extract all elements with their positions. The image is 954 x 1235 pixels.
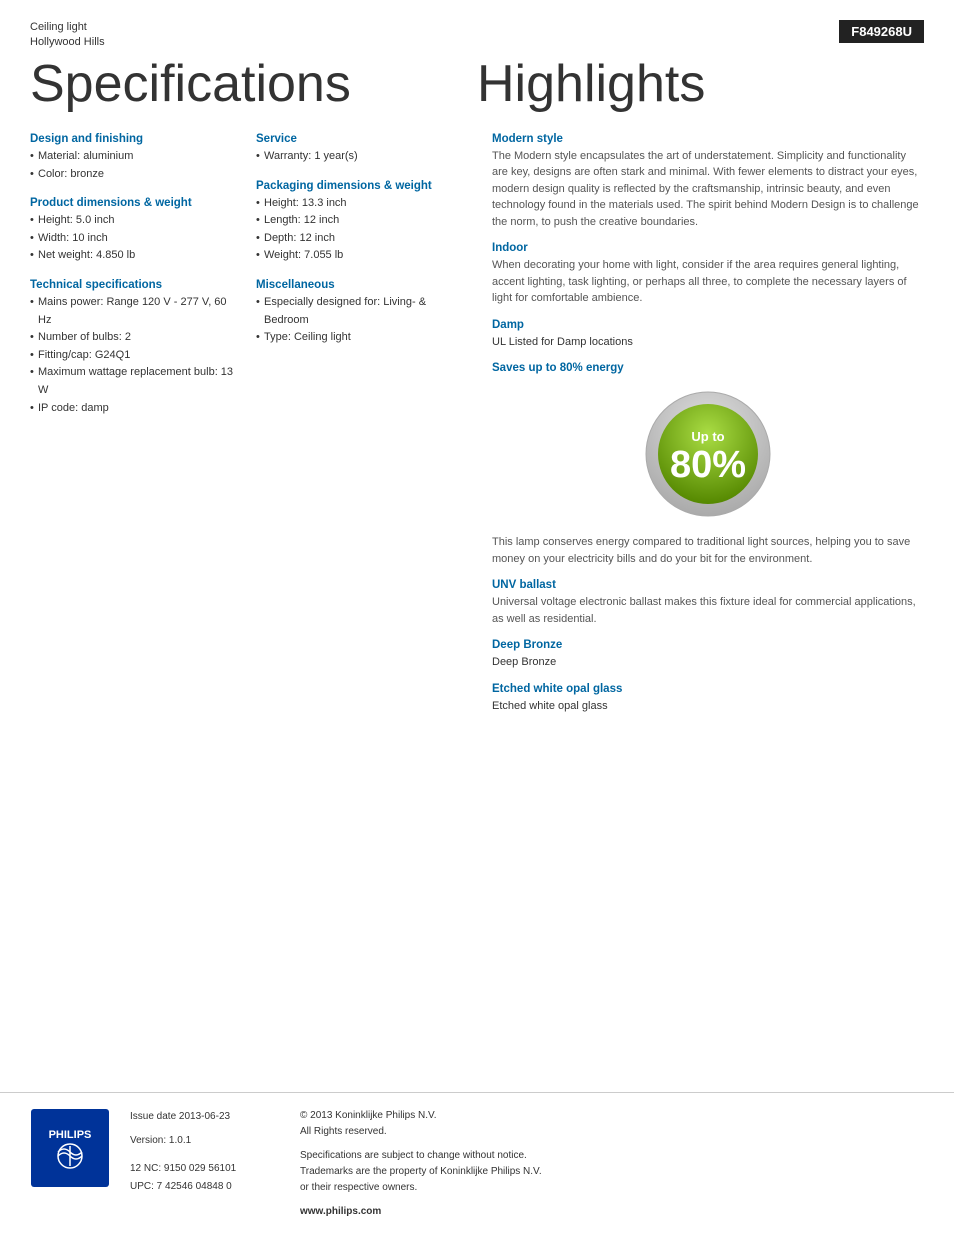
etched-glass-text: Etched white opal glass — [492, 698, 924, 715]
technical-specs-title: Technical specifications — [30, 279, 236, 291]
deep-bronze-text: Deep Bronze — [492, 654, 924, 671]
highlight-etched-glass: Etched white opal glass Etched white opa… — [492, 683, 924, 715]
highlight-saves-energy: Saves up to 80% energy — [492, 362, 924, 567]
etched-glass-title: Etched white opal glass — [492, 683, 924, 695]
unv-ballast-title: UNV ballast — [492, 579, 924, 591]
list-item: Height: 5.0 inch — [30, 212, 236, 230]
list-item: Especially designed for: Living- & Bedro… — [256, 294, 462, 329]
design-finishing-list: Material: aluminium Color: bronze — [30, 148, 236, 183]
packaging-title: Packaging dimensions & weight — [256, 180, 462, 192]
modern-style-text: The Modern style encapsulates the art of… — [492, 148, 924, 231]
design-finishing-title: Design and finishing — [30, 133, 236, 145]
list-item: Mains power: Range 120 V - 277 V, 60 Hz — [30, 294, 236, 329]
svg-text:PHILIPS: PHILIPS — [49, 1129, 92, 1141]
modern-style-title: Modern style — [492, 133, 924, 145]
footer-left: Issue date 2013-06-23 Version: 1.0.1 12 … — [130, 1108, 280, 1220]
indoor-text: When decorating your home with light, co… — [492, 257, 924, 307]
list-item: Material: aluminium — [30, 148, 236, 166]
footer: PHILIPS Issue date 2013-06-23 Version: 1… — [0, 1092, 954, 1235]
list-item: Width: 10 inch — [30, 230, 236, 248]
list-item: Number of bulbs: 2 — [30, 329, 236, 347]
list-item: Fitting/cap: G24Q1 — [30, 347, 236, 365]
website: www.philips.com — [300, 1204, 924, 1220]
highlight-damp: Damp UL Listed for Damp locations — [492, 319, 924, 351]
list-item: Height: 13.3 inch — [256, 195, 462, 213]
service-title: Service — [256, 133, 462, 145]
specs-columns: Design and finishing Material: aluminium… — [30, 133, 462, 417]
footer-right: © 2013 Koninklijke Philips N.V. All Righ… — [300, 1108, 924, 1220]
title-row: Specifications Highlights — [0, 51, 954, 123]
copyright: © 2013 Koninklijke Philips N.V. All Righ… — [300, 1108, 924, 1140]
packaging-list: Height: 13.3 inch Length: 12 inch Depth:… — [256, 195, 462, 265]
specs-title: Specifications — [30, 56, 477, 113]
main-content: Design and finishing Material: aluminium… — [0, 123, 954, 737]
damp-text: UL Listed for Damp locations — [492, 334, 924, 351]
disclaimer: Specifications are subject to change wit… — [300, 1148, 924, 1196]
nc-upc: 12 NC: 9150 029 56101 UPC: 7 42546 04848… — [130, 1160, 280, 1196]
unv-ballast-text: Universal voltage electronic ballast mak… — [492, 594, 924, 627]
technical-specs-list: Mains power: Range 120 V - 277 V, 60 Hz … — [30, 294, 236, 417]
philips-logo: PHILIPS — [30, 1108, 110, 1188]
product-label: Ceiling light Hollywood Hills — [30, 20, 105, 51]
list-item: Weight: 7.055 lb — [256, 247, 462, 265]
list-item: IP code: damp — [30, 400, 236, 418]
product-dimensions-title: Product dimensions & weight — [30, 197, 236, 209]
list-item: Maximum wattage replacement bulb: 13 W — [30, 364, 236, 399]
header: Ceiling light Hollywood Hills F849268U — [0, 0, 954, 51]
highlight-deep-bronze: Deep Bronze Deep Bronze — [492, 639, 924, 671]
energy-badge-svg: Up to 80% — [643, 389, 773, 519]
footer-meta: Issue date 2013-06-23 Version: 1.0.1 12 … — [130, 1108, 924, 1220]
list-item: Type: Ceiling light — [256, 329, 462, 347]
indoor-title: Indoor — [492, 242, 924, 254]
model-badge: F849268U — [839, 20, 924, 43]
highlight-indoor: Indoor When decorating your home with li… — [492, 242, 924, 307]
list-item: Warranty: 1 year(s) — [256, 148, 462, 166]
energy-badge-container: Up to 80% — [492, 389, 924, 519]
list-item: Length: 12 inch — [256, 212, 462, 230]
product-dimensions-list: Height: 5.0 inch Width: 10 inch Net weig… — [30, 212, 236, 265]
highlights-title: Highlights — [477, 56, 924, 113]
spec-col-left: Design and finishing Material: aluminium… — [30, 133, 236, 417]
deep-bronze-title: Deep Bronze — [492, 639, 924, 651]
list-item: Net weight: 4.850 lb — [30, 247, 236, 265]
specs-column: Design and finishing Material: aluminium… — [30, 133, 482, 727]
miscellaneous-title: Miscellaneous — [256, 279, 462, 291]
list-item: Depth: 12 inch — [256, 230, 462, 248]
list-item: Color: bronze — [30, 166, 236, 184]
spec-col-right: Service Warranty: 1 year(s) Packaging di… — [256, 133, 462, 417]
product-type: Ceiling light — [30, 20, 105, 35]
service-list: Warranty: 1 year(s) — [256, 148, 462, 166]
energy-text: This lamp conserves energy compared to t… — [492, 534, 924, 567]
highlights-column: Modern style The Modern style encapsulat… — [482, 133, 924, 727]
highlight-unv-ballast: UNV ballast Universal voltage electronic… — [492, 579, 924, 627]
highlight-modern-style: Modern style The Modern style encapsulat… — [492, 133, 924, 231]
page: Ceiling light Hollywood Hills F849268U S… — [0, 0, 954, 1235]
version: Version: 1.0.1 — [130, 1132, 280, 1150]
svg-text:Up to: Up to — [691, 429, 724, 444]
damp-title: Damp — [492, 319, 924, 331]
product-name: Hollywood Hills — [30, 35, 105, 50]
issue-date: Issue date 2013-06-23 — [130, 1108, 280, 1126]
saves-energy-title: Saves up to 80% energy — [492, 362, 924, 374]
miscellaneous-list: Especially designed for: Living- & Bedro… — [256, 294, 462, 347]
svg-text:80%: 80% — [670, 444, 746, 486]
